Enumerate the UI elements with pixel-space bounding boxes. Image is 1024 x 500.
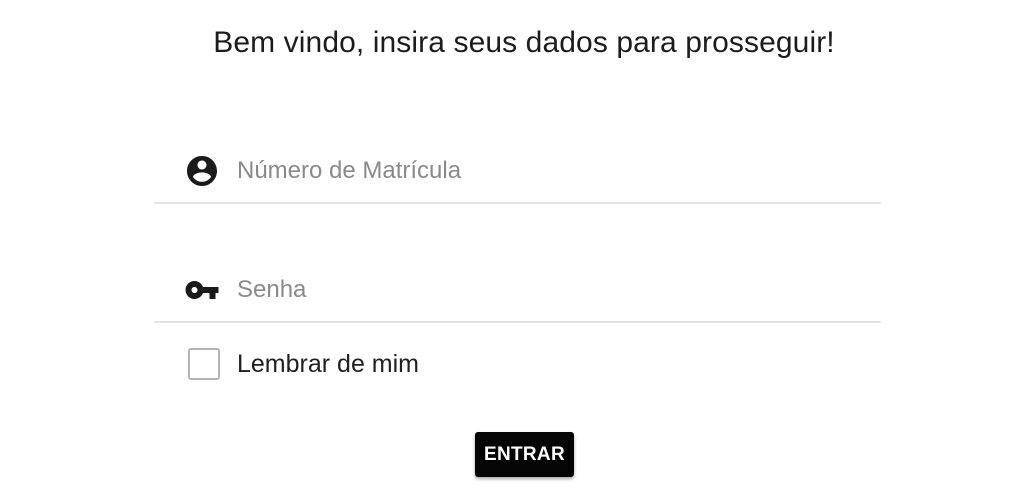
matricula-field — [154, 144, 881, 204]
remember-me-option[interactable]: Lembrar de mim — [188, 347, 419, 381]
account-circle-icon — [184, 153, 220, 189]
senha-input[interactable] — [237, 271, 857, 309]
key-icon — [184, 272, 220, 308]
remember-me-checkbox[interactable] — [188, 348, 220, 380]
senha-field — [154, 263, 881, 323]
matricula-input[interactable] — [237, 152, 857, 190]
login-page: Bem vindo, insira seus dados para prosse… — [0, 0, 1024, 500]
page-title: Bem vindo, insira seus dados para prosse… — [213, 26, 835, 59]
login-button[interactable]: ENTRAR — [475, 432, 574, 477]
remember-me-label: Lembrar de mim — [237, 349, 419, 378]
